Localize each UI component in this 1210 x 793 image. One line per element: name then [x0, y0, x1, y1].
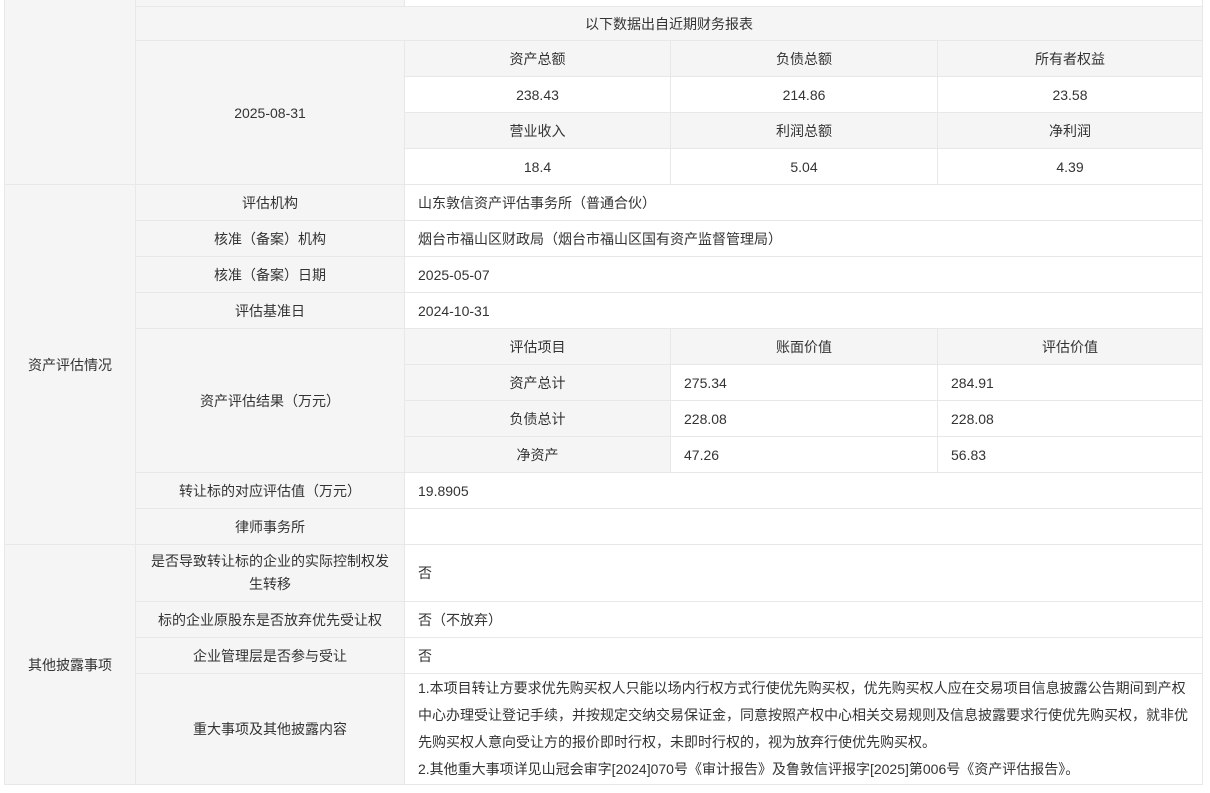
financial-date: 2025-08-31 [136, 41, 405, 185]
value-total-assets: 238.43 [405, 77, 671, 113]
label-eval-total-liabilities: 负债总计 [405, 401, 671, 437]
value-total-profit: 5.04 [671, 149, 938, 185]
value-control-transfer: 否 [405, 545, 1203, 602]
value-book-total-liabilities: 228.08 [671, 401, 938, 437]
label-evaluation-base-date: 评估基准日 [136, 293, 405, 329]
label-major-items: 重大事项及其他披露内容 [136, 674, 405, 785]
header-revenue: 营业收入 [405, 113, 671, 149]
label-transfer-eval-value: 转让标的对应评估值（万元） [136, 473, 405, 509]
subheader-book-value: 账面价值 [671, 329, 938, 365]
value-total-liabilities: 214.86 [671, 77, 938, 113]
major-items-paragraph-1: 1.本项目转让方要求优先购买权人只能以场内行权方式行使优先购买权，优先购买权人应… [418, 675, 1189, 756]
value-eval-total-assets: 284.91 [938, 365, 1203, 401]
label-eval-total-assets: 资产总计 [405, 365, 671, 401]
value-evaluation-agency: 山东敦信资产评估事务所（普通合伙） [405, 185, 1203, 221]
header-owner-equity: 所有者权益 [938, 41, 1203, 77]
value-eval-net-assets: 56.83 [938, 437, 1203, 473]
value-law-firm [405, 509, 1203, 545]
value-owner-equity: 23.58 [938, 77, 1203, 113]
subheader-eval-value: 评估价值 [938, 329, 1203, 365]
value-management-participation: 否 [405, 638, 1203, 674]
subheader-eval-item: 评估项目 [405, 329, 671, 365]
label-law-firm: 律师事务所 [136, 509, 405, 545]
section-title-other-disclosure: 其他披露事项 [5, 545, 136, 785]
value-waive-preemptive-right: 否（不放弃） [405, 602, 1203, 638]
section-cell-financial-summary [5, 0, 136, 185]
major-items-paragraph-2: 2.其他重大事项详见山冠会审字[2024]070号《审计报告》及鲁敦信评报字[2… [418, 756, 1079, 783]
label-management-participation: 企业管理层是否参与受让 [136, 638, 405, 674]
label-waive-preemptive-right: 标的企业原股东是否放弃优先受让权 [136, 602, 405, 638]
value-approval-agency: 烟台市福山区财政局（烟台市福山区国有资产监督管理局） [405, 221, 1203, 257]
financial-note: 以下数据出自近期财务报表 [136, 7, 1203, 41]
value-major-items: 1.本项目转让方要求优先购买权人只能以场内行权方式行使优先购买权，优先购买权人应… [405, 674, 1203, 785]
label-approval-date: 核准（备案）日期 [136, 257, 405, 293]
value-approval-date: 2025-05-07 [405, 257, 1203, 293]
value-revenue: 18.4 [405, 149, 671, 185]
section-title-asset-evaluation: 资产评估情况 [5, 185, 136, 545]
header-total-assets: 资产总额 [405, 41, 671, 77]
label-approval-agency: 核准（备案）机构 [136, 221, 405, 257]
value-book-total-assets: 275.34 [671, 365, 938, 401]
partial-row-value-cell [405, 0, 1203, 7]
value-eval-total-liabilities: 228.08 [938, 401, 1203, 437]
label-evaluation-result: 资产评估结果（万元） [136, 329, 405, 473]
header-total-profit: 利润总额 [671, 113, 938, 149]
label-evaluation-agency: 评估机构 [136, 185, 405, 221]
header-total-liabilities: 负债总额 [671, 41, 938, 77]
partial-row-label-cell [136, 0, 405, 7]
value-transfer-eval-value: 19.8905 [405, 473, 1203, 509]
value-evaluation-base-date: 2024-10-31 [405, 293, 1203, 329]
header-net-profit: 净利润 [938, 113, 1203, 149]
label-control-transfer: 是否导致转让标的企业的实际控制权发生转移 [136, 545, 405, 602]
label-eval-net-assets: 净资产 [405, 437, 671, 473]
value-book-net-assets: 47.26 [671, 437, 938, 473]
value-net-profit: 4.39 [938, 149, 1203, 185]
disclosure-table: 资产评估情况 其他披露事项 以下数据出自近期财务报表 2025-08-31 资产… [4, 0, 1203, 785]
